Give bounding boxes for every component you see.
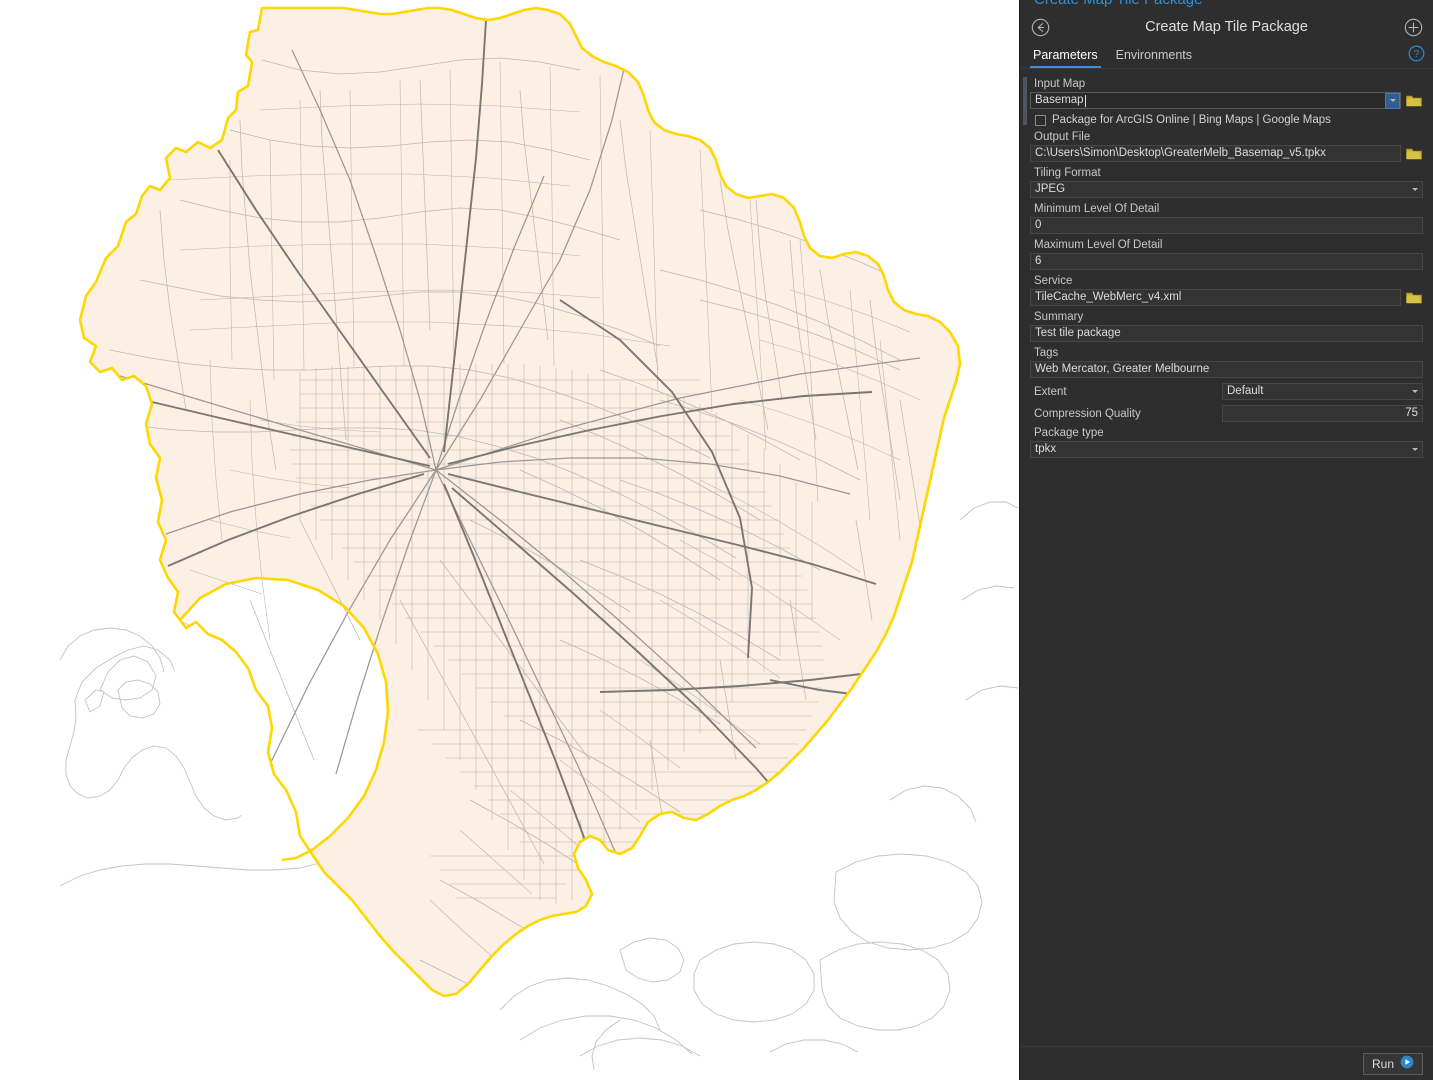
text-caret (1084, 94, 1086, 107)
pane-footer: Run (1020, 1046, 1433, 1080)
input-map-combo[interactable]: Basemap (1030, 92, 1401, 109)
package-for-online-label: Package for ArcGIS Online | Bing Maps | … (1052, 114, 1331, 126)
compression-quality-label: Compression Quality (1034, 407, 1141, 420)
tags-field[interactable]: Web Mercator, Greater Melbourne (1030, 361, 1423, 378)
maximum-level-of-detail-value: 6 (1035, 255, 1042, 267)
extent-combo[interactable]: Default (1222, 383, 1423, 400)
play-circle-icon (1400, 1055, 1414, 1072)
service-value: TileCache_WebMerc_v4.xml (1035, 291, 1182, 303)
svg-text:?: ? (1414, 49, 1420, 60)
tiling-format-combo[interactable]: JPEG (1030, 181, 1423, 198)
chevron-down-icon[interactable] (1407, 182, 1422, 197)
input-map-label: Input Map (1034, 78, 1086, 90)
extent-row: Extent Default (1030, 383, 1423, 400)
service-browse-folder-icon[interactable] (1405, 289, 1423, 306)
tab-parameters[interactable]: Parameters (1030, 48, 1101, 68)
tiling-format-field[interactable]: JPEG (1030, 181, 1423, 198)
output-file-value: C:\Users\Simon\Desktop\GreaterMelb_Basem… (1035, 147, 1326, 159)
service-row: TileCache_WebMerc_v4.xml (1030, 289, 1423, 306)
parameters-form: Input Map Basemap Package for ArcGIS Onl… (1020, 69, 1433, 1046)
arcgis-pro-window: Create Map Tile Package Create Map Tile … (0, 0, 1433, 1080)
maximum-level-of-detail-label: Maximum Level Of Detail (1034, 239, 1163, 251)
compression-quality-row: Compression Quality 75 (1030, 405, 1423, 422)
tab-environments[interactable]: Environments (1113, 48, 1195, 68)
input-map-browse-folder-icon[interactable] (1405, 92, 1423, 109)
extent-field[interactable]: Default (1222, 383, 1423, 400)
plus-circle-icon[interactable] (1401, 15, 1425, 39)
chevron-down-glyph (1411, 448, 1418, 451)
page-title: Create Map Tile Package (1145, 19, 1308, 35)
input-map-row: Basemap (1030, 92, 1423, 109)
output-file-browse-folder-icon[interactable] (1405, 145, 1423, 162)
chevron-down-icon[interactable] (1385, 92, 1400, 109)
output-file-field[interactable]: C:\Users\Simon\Desktop\GreaterMelb_Basem… (1030, 145, 1401, 162)
pane-clipped-top-strip: Create Map Tile Package (1020, 0, 1433, 10)
package-type-value: tpkx (1035, 443, 1057, 455)
package-for-online-checkbox[interactable] (1035, 114, 1046, 126)
input-map-field[interactable]: Basemap (1030, 92, 1401, 109)
geoprocessing-pane: Create Map Tile Package Create Map Tile … (1019, 0, 1433, 1080)
compression-quality-input-wrap: 75 (1222, 405, 1423, 422)
package-type-field[interactable]: tpkx (1030, 441, 1423, 458)
input-map-group-accent (1023, 77, 1027, 125)
package-type-label: Package type (1034, 427, 1104, 439)
extent-label: Extent (1034, 385, 1067, 398)
tags-label: Tags (1034, 347, 1059, 359)
compression-quality-value: 75 (1405, 407, 1418, 419)
summary-value: Test tile package (1035, 327, 1121, 339)
extent-value: Default (1227, 385, 1264, 397)
chevron-down-glyph (1389, 99, 1396, 102)
back-arrow-circle-icon[interactable] (1028, 15, 1052, 39)
summary-label: Summary (1034, 311, 1084, 323)
package-for-online-checkbox-row[interactable]: Package for ArcGIS Online | Bing Maps | … (1035, 114, 1423, 126)
summary-field[interactable]: Test tile package (1030, 325, 1423, 342)
minimum-level-of-detail-label: Minimum Level Of Detail (1034, 203, 1160, 215)
service-field[interactable]: TileCache_WebMerc_v4.xml (1030, 289, 1401, 306)
output-file-row: C:\Users\Simon\Desktop\GreaterMelb_Basem… (1030, 145, 1423, 162)
help-circle-icon[interactable]: ? (1408, 45, 1425, 65)
minimum-level-of-detail-field[interactable]: 0 (1030, 217, 1423, 234)
input-map-value: Basemap (1035, 94, 1084, 106)
basemap-canvas[interactable] (0, 0, 1019, 1080)
run-button-label: Run (1371, 1056, 1394, 1071)
chevron-down-icon[interactable] (1407, 442, 1422, 457)
output-file-label: Output File (1034, 131, 1091, 143)
tiling-format-label: Tiling Format (1034, 167, 1101, 179)
chevron-down-glyph (1411, 390, 1418, 393)
tags-value: Web Mercator, Greater Melbourne (1035, 363, 1210, 375)
pane-tab-strip: Parameters Environments ? (1020, 44, 1433, 69)
tiling-format-value: JPEG (1035, 183, 1066, 195)
map-view[interactable] (0, 0, 1019, 1080)
run-button[interactable]: Run (1362, 1052, 1423, 1075)
minimum-level-of-detail-value: 0 (1035, 219, 1042, 231)
chevron-down-glyph (1411, 188, 1418, 191)
chevron-down-icon[interactable] (1407, 384, 1422, 399)
pane-header: Create Map Tile Package (1020, 10, 1433, 44)
service-label: Service (1034, 275, 1073, 287)
maximum-level-of-detail-field[interactable]: 6 (1030, 253, 1423, 270)
clipped-window-title: Create Map Tile Package (1034, 0, 1202, 8)
package-type-combo[interactable]: tpkx (1030, 441, 1423, 458)
compression-quality-field[interactable]: 75 (1222, 405, 1423, 422)
